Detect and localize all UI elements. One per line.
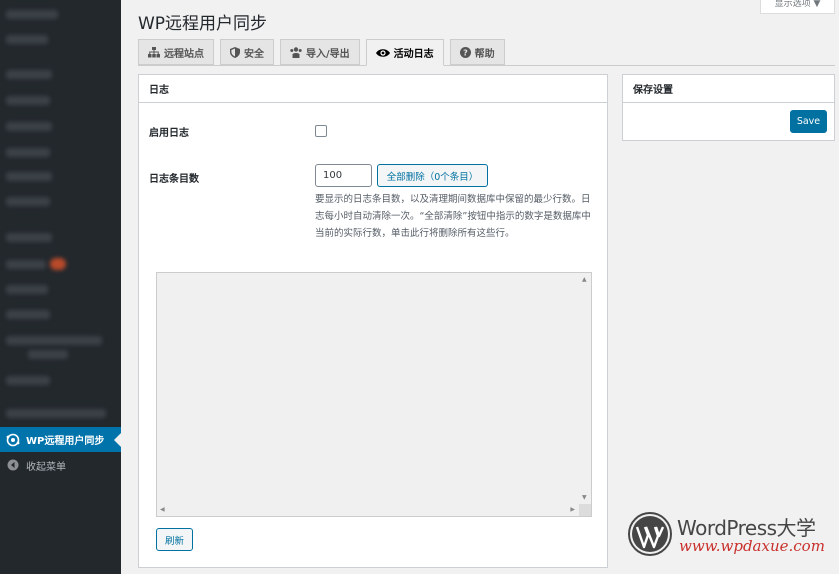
scroll-right-icon: ▶: [570, 506, 575, 513]
collapse-menu-button[interactable]: 收起菜单: [0, 455, 121, 475]
sidebar-item-blurred[interactable]: [6, 10, 58, 19]
users-icon: [290, 46, 302, 58]
shield-icon: [230, 46, 240, 58]
watermark-site-url: www.wpdaxue.com: [679, 537, 825, 555]
sidebar-item-blurred[interactable]: [6, 122, 52, 131]
update-count-badge: [50, 258, 66, 270]
log-settings-panel: 日志 启用日志 日志条目数 100 全部删除（0个条目） 要显示的日志条目数，以…: [138, 74, 608, 568]
save-settings-panel: 保存设置 Save: [622, 74, 835, 141]
wordpress-logo-icon: [628, 512, 672, 556]
enable-log-checkbox[interactable]: [315, 125, 327, 137]
settings-tabs: 远程站点 安全 导入/导出 活动日志 ? 帮助: [138, 39, 511, 66]
log-panel-title: 日志: [139, 75, 607, 103]
tab-label: 帮助: [474, 48, 495, 60]
vertical-scrollbar[interactable]: ▲ ▼: [579, 273, 591, 505]
tab-help[interactable]: ? 帮助: [449, 39, 505, 65]
sidebar-item-blurred[interactable]: [6, 233, 52, 242]
sidebar-item-blurred[interactable]: [6, 336, 102, 345]
scroll-up-icon: ▲: [582, 276, 587, 283]
sidebar-item-blurred[interactable]: [6, 260, 46, 269]
sidebar-item-blurred[interactable]: [6, 35, 48, 44]
eye-icon: [375, 48, 390, 58]
refresh-button[interactable]: 刷新: [156, 528, 193, 551]
collapse-icon: [6, 458, 20, 472]
sidebar-item-blurred[interactable]: [6, 310, 50, 319]
svg-text:?: ?: [463, 48, 468, 57]
tab-label: 安全: [244, 48, 264, 60]
screen-options-button[interactable]: 显示选项 ▼: [760, 0, 835, 14]
clear-all-logs-button[interactable]: 全部删除（0个条目）: [377, 164, 488, 187]
sidebar-item-blurred[interactable]: [6, 96, 50, 105]
tab-label: 导入/导出: [306, 48, 350, 60]
sidebar-item-blurred[interactable]: [6, 172, 52, 181]
sidebar-item-blurred[interactable]: [6, 376, 50, 385]
tab-activity-log[interactable]: 活动日志: [365, 39, 444, 66]
scroll-left-icon: ◀: [160, 506, 165, 513]
tab-security[interactable]: 安全: [220, 39, 274, 65]
scroll-down-icon: ▼: [582, 494, 587, 501]
log-count-input[interactable]: 100: [315, 164, 372, 187]
page-title: WP远程用户同步: [138, 14, 268, 34]
admin-sidebar: WP远程用户同步 收起菜单: [0, 0, 121, 574]
tab-label: 远程站点: [164, 48, 204, 60]
sitemap-icon: [148, 46, 160, 58]
log-output-area[interactable]: ▲ ▼ ◀ ▶: [156, 272, 592, 517]
scrollbar-corner: [579, 504, 591, 516]
collapse-menu-label: 收起菜单: [26, 461, 66, 473]
sidebar-item-blurred[interactable]: [6, 409, 106, 418]
log-count-label: 日志条目数: [149, 174, 199, 185]
sidebar-item-wp-remote-users-sync[interactable]: WP远程用户同步: [0, 427, 121, 452]
save-button[interactable]: Save: [790, 110, 827, 133]
sidebar-item-label: WP远程用户同步: [26, 436, 105, 447]
sidebar-item-blurred[interactable]: [6, 70, 52, 79]
save-panel-title: 保存设置: [623, 75, 834, 103]
tab-import-export[interactable]: 导入/导出: [280, 39, 360, 65]
help-icon: ?: [459, 46, 471, 58]
sidebar-item-blurred[interactable]: [28, 350, 68, 359]
sidebar-item-blurred[interactable]: [6, 148, 50, 157]
tab-remote-sites[interactable]: 远程站点: [138, 39, 214, 65]
sidebar-item-blurred[interactable]: [6, 197, 50, 206]
tab-label: 活动日志: [393, 49, 434, 60]
log-count-description: 要显示的日志条目数，以及清理期间数据库中保留的最少行数。日志每小时自动清除一次。…: [315, 194, 591, 239]
sync-icon: [6, 433, 20, 447]
horizontal-scrollbar[interactable]: ◀ ▶: [157, 504, 579, 516]
sidebar-item-blurred[interactable]: [6, 285, 48, 294]
enable-log-label: 启用日志: [149, 128, 189, 139]
